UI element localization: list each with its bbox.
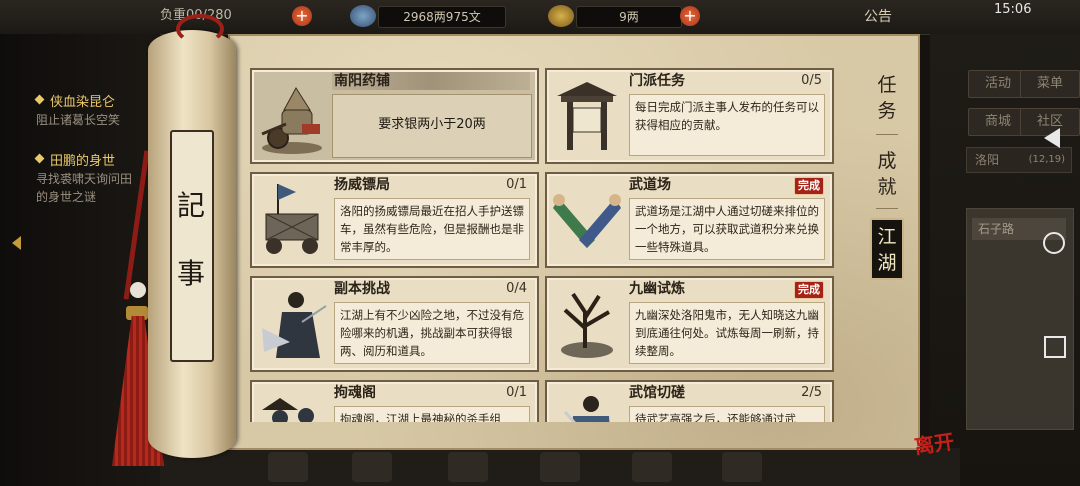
android-home-icon[interactable]	[1043, 232, 1065, 254]
add-capacity-button[interactable]: +	[292, 6, 312, 26]
card-description: 武道场是江湖中人通过切磋来排位的一个地方，可以获取武道积分来兑换一些特殊道具。	[629, 198, 825, 260]
card-title: 九幽试炼	[629, 281, 685, 297]
card-title: 武道场	[629, 177, 671, 193]
card-description: 待武艺高强之后，还能够通过武	[629, 406, 825, 422]
quest-desc: 阻止诸葛长空笑	[36, 113, 121, 127]
completed-badge: 完成	[794, 177, 824, 195]
card-progress: 0/1	[506, 177, 527, 192]
tab-jianghu[interactable]: 江湖	[870, 218, 904, 280]
shop-button[interactable]: 商城	[968, 108, 1028, 136]
scroll-title-char: 記	[176, 189, 205, 222]
tassel-bead	[130, 282, 146, 298]
escort-wagon-icon	[265, 184, 319, 254]
tab-label: 江湖	[877, 226, 897, 274]
martial-icon[interactable]	[448, 452, 488, 482]
card-soul-pavilion[interactable]: 拘魂阁 0/1 拘魂阁，江湖上最神秘的杀手组	[250, 380, 539, 422]
jianghu-card-list[interactable]: 南阳药铺 要求银两小于20两 门派任务 0/5 每日完成门派主事人发布的任务可以…	[240, 58, 860, 422]
bag-icon[interactable]	[268, 452, 308, 482]
dead-tree-icon	[561, 292, 613, 358]
card-dojo-sparring[interactable]: 武馆切磋 2/5 待武艺高强之后，还能够通过武	[545, 380, 834, 422]
quest-title[interactable]: 侠血染昆仑	[50, 91, 115, 110]
location-display: 洛阳 (12,19)	[966, 147, 1072, 173]
map-icon[interactable]	[722, 452, 762, 482]
menu-button[interactable]: 菜单	[1020, 70, 1080, 98]
card-description: 洛阳的扬威镖局最近在招人手护送镖车，虽然有些危险，但是报酬也是非常丰厚的。	[334, 198, 530, 260]
card-description: 九幽深处洛阳鬼市，无人知晓这九幽到底通往何处。试炼每周一刷新，持续整周。	[629, 302, 825, 364]
assassins-icon	[262, 398, 314, 422]
card-nanyang-pharmacy[interactable]: 南阳药铺 要求银两小于20两	[250, 68, 539, 164]
card-title: 南阳药铺	[334, 73, 390, 89]
card-martial-arena[interactable]: 武道场 完成 武道场是江湖中人通过切磋来排位的一个地方，可以获取武道积分来兑换一…	[545, 172, 834, 268]
location-coords: (12,19)	[1028, 154, 1065, 165]
card-description: 拘魂阁，江湖上最神秘的杀手组	[334, 406, 530, 422]
card-description: 江湖上有不少凶险之地，不过没有危险哪来的机遇，挑战副本可获得银两、阅历和道具。	[334, 302, 530, 364]
card-progress: 0/1	[506, 385, 527, 400]
card-title: 拘魂阁	[334, 385, 376, 401]
completed-badge: 完成	[794, 281, 824, 299]
tab-label: 成就	[877, 150, 897, 198]
notice-button[interactable]: 公告	[864, 6, 892, 26]
card-progress: 0/4	[506, 281, 527, 296]
martial-artist-icon	[563, 396, 610, 422]
card-yangwei-escort[interactable]: 扬威镖局 0/1 洛阳的扬威镖局最近在招人手护送镖车，虽然有些危险，但是报酬也是…	[250, 172, 539, 268]
tab-achievements[interactable]: 成就	[870, 148, 904, 200]
tab-label: 任务	[877, 74, 897, 122]
tab-tasks[interactable]: 任务	[870, 72, 904, 124]
journal-icon[interactable]	[632, 452, 672, 482]
card-title: 副本挑战	[334, 281, 390, 297]
silver-value: 9两	[576, 6, 682, 28]
gate-icon	[557, 82, 617, 150]
money-value: 2968两975文	[378, 6, 506, 28]
card-title: 扬威镖局	[334, 177, 390, 193]
crossed-arms-icon	[553, 194, 621, 248]
scroll-title-char: 事	[176, 257, 205, 290]
card-requirement: 要求银两小于20两	[332, 94, 532, 158]
scroll-knot	[176, 14, 224, 44]
android-recents-icon[interactable]	[1044, 336, 1066, 358]
medicine-cart-icon	[261, 87, 322, 154]
silver-ingot-icon	[548, 5, 574, 27]
card-dungeon-challenge[interactable]: 副本挑战 0/4 江湖上有不少凶险之地，不过没有危险哪来的机遇，挑战副本可获得银…	[250, 276, 539, 372]
card-title: 武馆切磋	[629, 385, 685, 401]
package-icon[interactable]	[352, 452, 392, 482]
add-silver-button[interactable]: +	[680, 6, 700, 26]
activity-button[interactable]: 活动	[968, 70, 1028, 98]
leave-button[interactable]: 离开	[912, 425, 956, 459]
card-description: 每日完成门派主事人发布的任务可以获得相应的贡献。	[629, 94, 825, 156]
location-name: 洛阳	[975, 153, 1000, 167]
clock: 15:06	[994, 2, 1032, 17]
card-sect-mission[interactable]: 门派任务 0/5 每日完成门派主事人发布的任务可以获得相应的贡献。	[545, 68, 834, 164]
tab-divider	[876, 208, 898, 209]
quest-desc: 的身世之谜	[36, 190, 97, 204]
quest-title[interactable]: 田鹏的身世	[50, 150, 115, 169]
tab-divider	[876, 134, 898, 135]
top-status-bar: 负重00/280 + 2968两975文 9两 + 公告 15:06	[0, 0, 1080, 35]
scroll-title-label	[170, 130, 214, 362]
money-icon	[350, 5, 376, 27]
card-progress: 2/5	[801, 385, 822, 400]
swordsman-icon	[262, 292, 327, 358]
card-progress: 0/5	[801, 73, 822, 88]
android-back-icon[interactable]	[1044, 128, 1060, 148]
collapse-left-arrow-icon[interactable]	[12, 236, 21, 250]
card-jiuyou-trial[interactable]: 九幽试炼 完成 九幽深处洛阳鬼市，无人知晓这九幽到底通往何处。试炼每周一刷新，持…	[545, 276, 834, 372]
card-title: 门派任务	[629, 73, 685, 89]
skill-icon[interactable]	[540, 452, 580, 482]
quest-desc: 寻找裘啸天询问田	[36, 172, 133, 186]
